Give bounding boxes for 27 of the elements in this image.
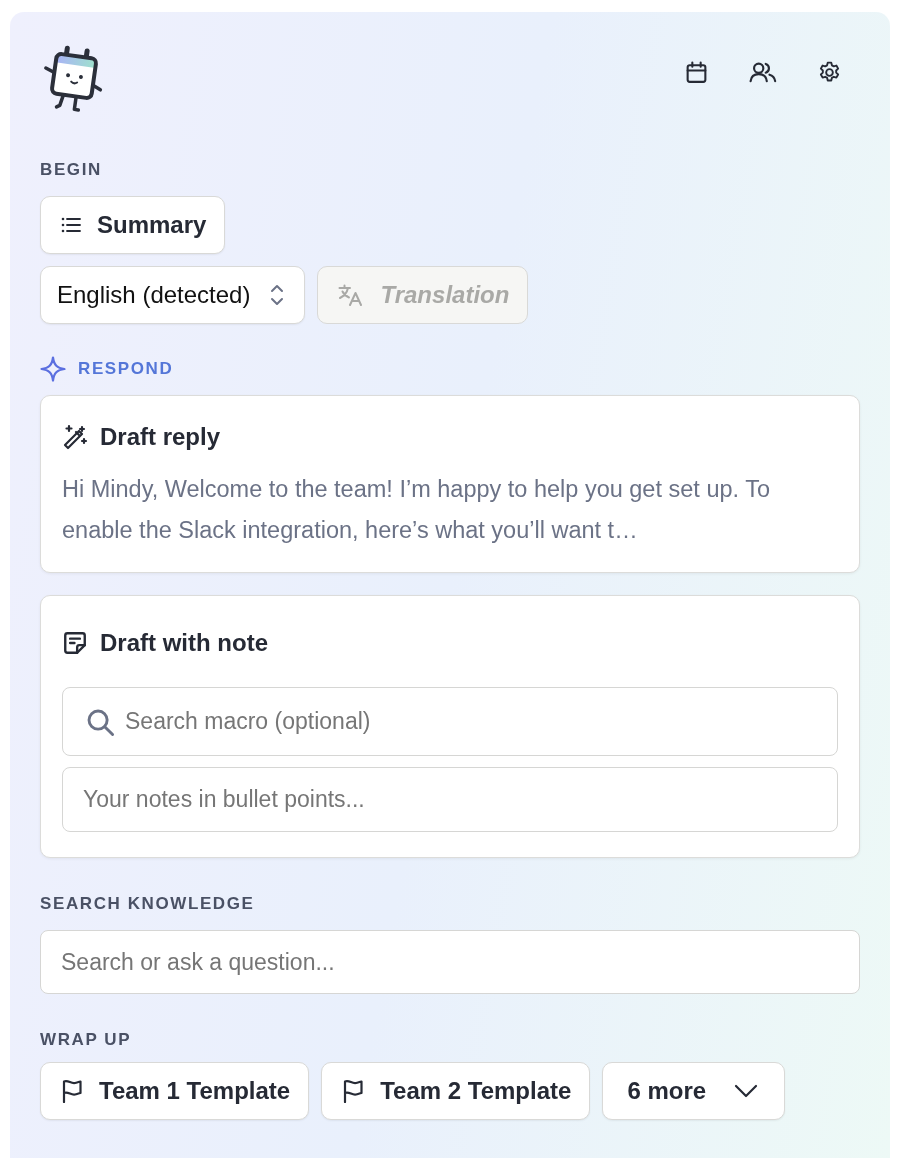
section-label: RESPOND	[78, 359, 174, 379]
language-select[interactable]: English (detected)	[40, 266, 306, 324]
section-label: WRAP UP	[40, 1030, 133, 1050]
flag-icon	[342, 1079, 365, 1103]
chevron-down-icon	[734, 1084, 759, 1098]
search-icon	[86, 708, 115, 737]
section-label: BEGIN	[40, 160, 103, 180]
card-title: Draft reply	[100, 423, 221, 451]
draft-preview-text: Hi Mindy, Welcome to the team! I’m happy to help you get set up. To enable the Slack integration, here’s what you’ll want t…	[62, 475, 771, 545]
note-icon	[62, 630, 88, 656]
summary-button[interactable]: Summary	[40, 196, 226, 254]
calendar-icon[interactable]	[684, 59, 709, 85]
template-button[interactable]: Team 1 Template	[40, 1062, 310, 1120]
flag-icon	[61, 1079, 83, 1103]
sparkle-icon	[40, 356, 66, 382]
knowledge-search-field[interactable]: Search or ask a question...	[40, 930, 860, 994]
template-button[interactable]: Team 2 Template	[321, 1062, 591, 1120]
people-icon[interactable]	[749, 61, 777, 83]
translate-icon	[338, 284, 365, 306]
list-icon	[61, 217, 81, 233]
magic-wand-icon	[62, 424, 88, 450]
draft-reply-card[interactable]: Draft reply Hi Mindy, Welcome to the team! I’m happy to help you get set up. To enable the Slack integration, here’s what you’ll want t…	[40, 395, 860, 573]
macro-search-field[interactable]: Search macro (optional)	[62, 687, 838, 756]
more-templates-button[interactable]: 6 more	[602, 1062, 786, 1120]
section-label: SEARCH KNOWLEDGE	[40, 894, 256, 914]
card-title: Draft with note	[100, 629, 268, 657]
notes-field[interactable]: Your notes in bullet points...	[62, 767, 838, 832]
